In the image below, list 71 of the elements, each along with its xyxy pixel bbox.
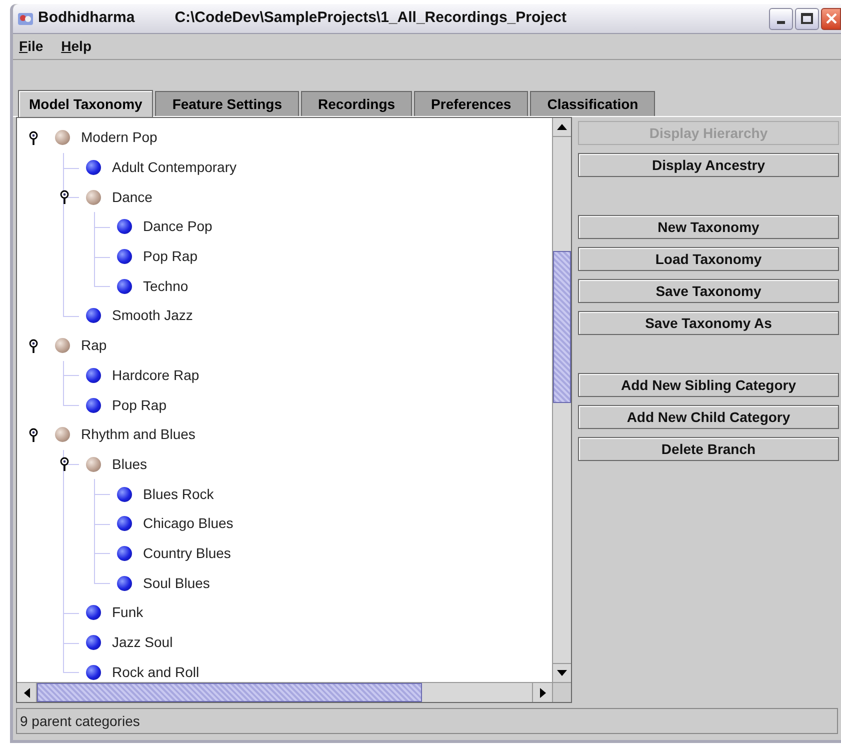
tree-item[interactable]: Funk [112, 602, 144, 624]
action-button[interactable]: Add New Sibling Category [578, 373, 839, 397]
leaf-node-icon [86, 160, 101, 176]
tab[interactable]: Classification [530, 91, 656, 116]
tree-item[interactable]: Rock and Roll [112, 662, 200, 682]
app-icon [17, 10, 34, 27]
tab[interactable]: Preferences [414, 91, 528, 116]
horizontal-scrollbar[interactable] [17, 683, 552, 702]
leaf-node-icon [117, 278, 132, 294]
scroll-down-icon [557, 670, 567, 676]
leaf-node-icon [117, 249, 132, 264]
tree-item[interactable]: Rhythm and Blues [81, 424, 196, 446]
close-icon [826, 13, 836, 24]
leaf-node-icon [86, 605, 101, 620]
scroll-right-icon [540, 688, 546, 698]
tree-item[interactable]: Hardcore Rap [112, 364, 200, 386]
leaf-node-icon [86, 635, 101, 650]
tree-item[interactable]: Soul Blues [143, 572, 210, 594]
tree-item[interactable]: Jazz Soul [112, 632, 173, 654]
expanded-handle-icon[interactable] [28, 428, 38, 442]
action-button[interactable]: Save Taxonomy [578, 279, 839, 303]
action-button[interactable]: Delete Branch [578, 437, 839, 461]
leaf-node-icon [117, 486, 132, 502]
tab[interactable]: Recordings [301, 91, 412, 116]
leaf-node-icon [86, 308, 101, 324]
leaf-node-icon [117, 576, 132, 591]
expanded-handle-icon[interactable] [60, 457, 68, 472]
tab[interactable]: Model Taxonomy [18, 90, 154, 117]
tree-item[interactable]: Dance [112, 186, 152, 208]
maximize-button[interactable] [795, 8, 819, 30]
action-button[interactable]: Add New Child Category [578, 405, 839, 429]
tree-item[interactable]: Smooth Jazz [112, 305, 193, 326]
scrollbar-thumb[interactable] [553, 251, 571, 403]
tree-item[interactable]: Rap [81, 335, 107, 356]
status-bar: 9 parent categories [16, 708, 838, 734]
scroll-up-icon [557, 124, 567, 130]
tree-item[interactable]: Dance Pop [143, 216, 212, 238]
minimize-button[interactable] [769, 8, 793, 30]
leaf-node-icon [117, 546, 132, 561]
menu-item[interactable]: Help [61, 36, 92, 57]
tree-item[interactable]: Adult Contemporary [112, 157, 237, 178]
action-button[interactable]: Load Taxonomy [578, 247, 839, 271]
tab[interactable]: Feature Settings [155, 91, 300, 116]
window-title: C:\CodeDev\SampleProjects\1_All_Recordings_Project [174, 8, 566, 28]
minimize-icon [777, 20, 785, 24]
scroll-left-icon [24, 688, 30, 698]
expanded-handle-icon[interactable] [28, 130, 38, 145]
action-button[interactable]: New Taxonomy [578, 215, 839, 239]
leaf-node-icon [86, 398, 101, 413]
leaf-node-icon [86, 368, 101, 383]
tree-item[interactable]: Blues [112, 454, 148, 475]
tree-item[interactable]: Chicago Blues [143, 513, 234, 534]
action-button[interactable]: Save Taxonomy As [578, 311, 839, 335]
tree-item[interactable]: Blues Rock [143, 484, 214, 505]
action-button[interactable]: Display Ancestry [578, 153, 839, 177]
leaf-node-icon [86, 664, 101, 680]
tree-item[interactable]: Pop Rap [112, 394, 166, 416]
vertical-scrollbar[interactable] [552, 118, 571, 682]
tree-item[interactable]: Techno [143, 276, 188, 297]
maximize-icon [801, 13, 813, 24]
app-name: Bodhidharma [38, 8, 135, 28]
leaf-node-icon [117, 516, 132, 532]
tree-item[interactable]: Pop Rap [143, 246, 198, 268]
expanded-handle-icon[interactable] [28, 338, 38, 353]
leaf-node-icon [117, 219, 132, 234]
expanded-handle-icon[interactable] [60, 190, 68, 204]
menu-item[interactable]: File [19, 36, 44, 57]
tree-item[interactable]: Modern Pop [81, 127, 158, 148]
close-button[interactable] [821, 8, 841, 30]
scrollbar-thumb[interactable] [37, 683, 422, 702]
tree-item[interactable]: Country Blues [143, 542, 231, 564]
